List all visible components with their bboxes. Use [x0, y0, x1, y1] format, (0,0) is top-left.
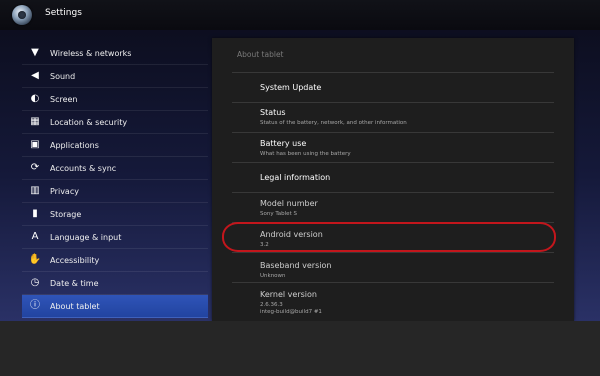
- app-title: Settings: [45, 8, 82, 18]
- sidebar-item-storage[interactable]: ▮ Storage: [22, 203, 208, 226]
- action-bar: Settings: [0, 0, 600, 30]
- pref-title: Status: [260, 108, 286, 117]
- settings-gear-icon: [12, 5, 32, 25]
- sidebar-item-accounts-sync[interactable]: ⟳ Accounts & sync: [22, 157, 208, 180]
- pref-summary: 2.6.36.3: [260, 302, 283, 308]
- pref-title: System Update: [260, 83, 322, 92]
- bottom-bezel: [0, 321, 600, 376]
- pref-summary: 3.2: [260, 242, 269, 248]
- sidebar-item-wireless[interactable]: ▼ Wireless & networks: [22, 42, 208, 65]
- storage-icon: ▮: [32, 208, 38, 219]
- info-icon: ⓘ: [30, 300, 40, 311]
- location-grid-icon: ▦: [30, 116, 40, 127]
- sidebar-item-label: Language & input: [50, 232, 122, 242]
- pref-summary: What has been using the battery: [260, 151, 351, 157]
- sidebar-item-accessibility[interactable]: ✋ Accessibility: [22, 249, 208, 272]
- sidebar-item-label: Privacy: [50, 186, 79, 196]
- pref-title: Kernel version: [260, 290, 317, 299]
- clock-icon: ◷: [30, 277, 40, 288]
- wifi-icon: ▼: [31, 47, 39, 58]
- pref-title: Battery use: [260, 139, 307, 148]
- about-tablet-panel: About tablet System Update Status Status…: [212, 38, 574, 321]
- pref-summary: Status of the battery, network, and othe…: [260, 120, 407, 126]
- sidebar-item-label: Screen: [50, 94, 78, 104]
- settings-sidebar: ▼ Wireless & networks ◀ Sound ◐ Screen ▦…: [22, 42, 208, 318]
- pref-baseband-version: Baseband version Unknown: [232, 252, 554, 283]
- sidebar-item-applications[interactable]: ▣ Applications: [22, 134, 208, 157]
- sidebar-item-location-security[interactable]: ▦ Location & security: [22, 111, 208, 134]
- sidebar-item-language-input[interactable]: A Language & input: [22, 226, 208, 249]
- pref-legal-information[interactable]: Legal information: [232, 162, 554, 193]
- sidebar-item-label: Storage: [50, 209, 82, 219]
- pref-battery-use[interactable]: Battery use What has been using the batt…: [232, 132, 554, 163]
- pref-title: Model number: [260, 199, 318, 208]
- applications-icon: ▣: [30, 139, 40, 150]
- sidebar-item-label: Date & time: [50, 278, 99, 288]
- sidebar-item-label: About tablet: [50, 301, 100, 311]
- sidebar-item-sound[interactable]: ◀ Sound: [22, 65, 208, 88]
- sidebar-item-label: Accounts & sync: [50, 163, 117, 173]
- sync-icon: ⟳: [30, 162, 40, 173]
- speaker-icon: ◀: [31, 70, 39, 81]
- sidebar-item-label: Applications: [50, 140, 99, 150]
- pref-title: Legal information: [260, 173, 331, 182]
- privacy-icon: ▥: [30, 185, 40, 196]
- pref-model-number: Model number Sony Tablet S: [232, 192, 554, 223]
- sidebar-item-date-time[interactable]: ◷ Date & time: [22, 272, 208, 295]
- panel-header: About tablet: [237, 50, 284, 59]
- language-icon: A: [31, 231, 39, 242]
- pref-summary: Unknown: [260, 273, 286, 279]
- sidebar-item-label: Location & security: [50, 117, 128, 127]
- pref-kernel-version: Kernel version 2.6.36.3 integ-build@buil…: [232, 282, 554, 321]
- sidebar-item-label: Wireless & networks: [50, 48, 132, 58]
- pref-android-version: Android version 3.2: [232, 222, 554, 253]
- sidebar-item-label: Sound: [50, 71, 76, 81]
- sidebar-item-privacy[interactable]: ▥ Privacy: [22, 180, 208, 203]
- pref-summary-line2: integ-build@build7 #1: [260, 309, 322, 315]
- sidebar-item-about-tablet[interactable]: ⓘ About tablet: [22, 295, 208, 318]
- sidebar-item-screen[interactable]: ◐ Screen: [22, 88, 208, 111]
- sidebar-item-label: Accessibility: [50, 255, 100, 265]
- pref-summary: Sony Tablet S: [260, 211, 297, 217]
- hand-icon: ✋: [28, 254, 42, 265]
- pref-system-update[interactable]: System Update: [232, 72, 554, 103]
- tablet-screen: Settings ▼ Wireless & networks ◀ Sound ◐…: [0, 0, 600, 321]
- pref-title: Baseband version: [260, 261, 332, 270]
- pref-title: Android version: [260, 230, 323, 239]
- brightness-icon: ◐: [30, 93, 40, 104]
- pref-status[interactable]: Status Status of the battery, network, a…: [232, 102, 554, 133]
